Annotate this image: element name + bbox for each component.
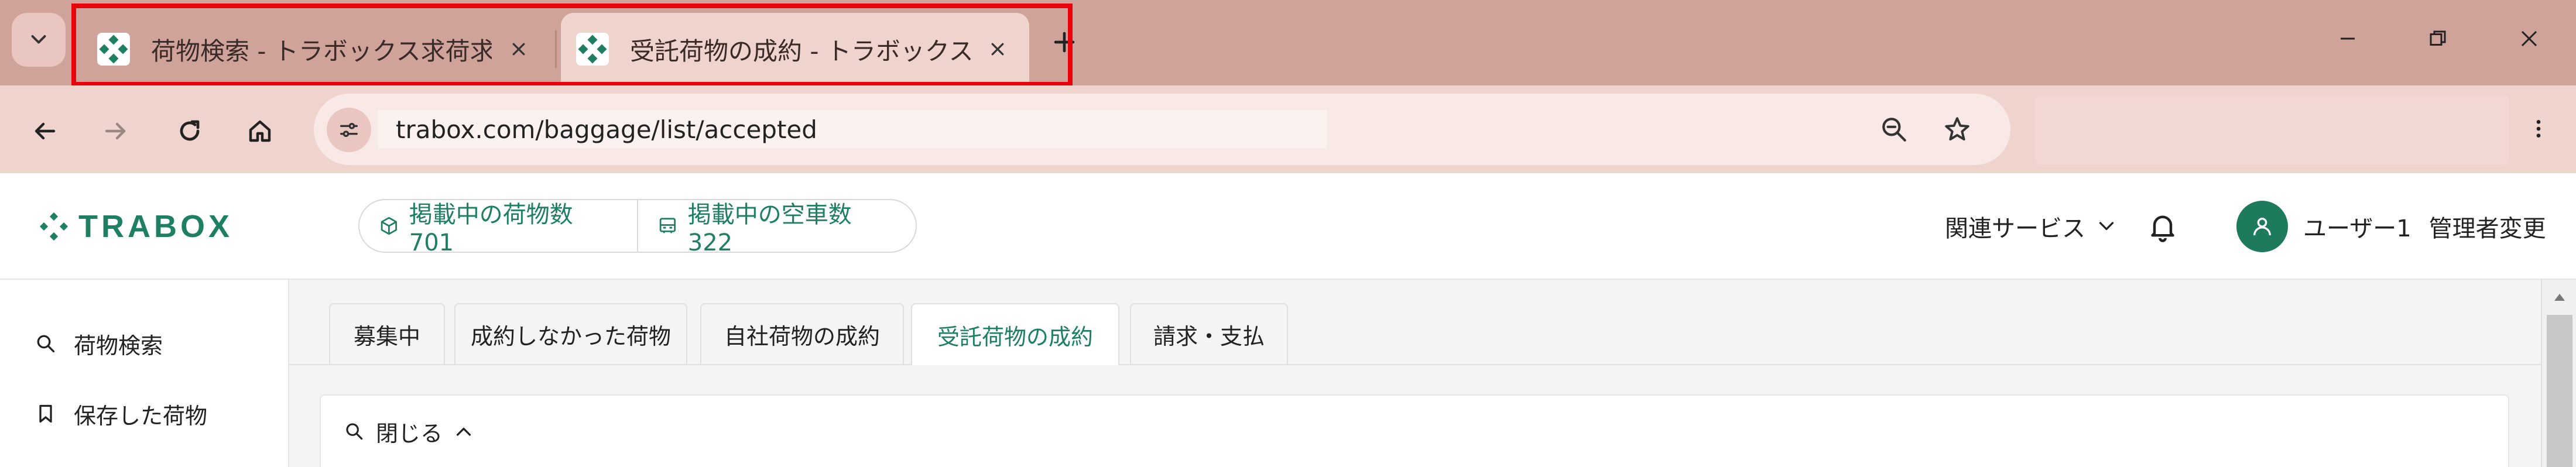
browser-tab-strip: 荷物検索 - トラボックス求荷求車 受託荷物の成約 - トラボックス求荷: [0, 0, 2576, 87]
tune-icon: [340, 123, 358, 138]
vehicle-count[interactable]: 掲載中の空車数 322: [638, 200, 916, 256]
sidebar-item-label: 保存した荷物: [74, 403, 208, 429]
search-panel: 閉じる: [320, 394, 2509, 467]
baggage-count-label: 掲載中の荷物数 701: [409, 201, 573, 256]
sidebar: 荷物検索 保存した荷物: [0, 280, 289, 467]
trabox-favicon-icon: [97, 33, 130, 66]
trabox-favicon-icon: [576, 33, 609, 66]
collapse-label: 閉じる: [376, 420, 443, 447]
home-button[interactable]: [237, 108, 283, 154]
home-icon: [249, 120, 271, 142]
search-icon: [346, 423, 363, 440]
user-icon: [2253, 218, 2271, 236]
sidebar-item-label: 荷物検索: [74, 332, 163, 359]
tab-accepted-baggage-contracts[interactable]: 受託荷物の成約: [911, 303, 1119, 365]
trabox-logo-icon: [39, 212, 68, 241]
url-input[interactable]: [378, 110, 1327, 149]
tab-recruiting[interactable]: 募集中: [329, 303, 445, 364]
trabox-logo[interactable]: TRABOX: [37, 206, 233, 247]
back-button[interactable]: [21, 108, 68, 154]
browser-menu-button[interactable]: [2515, 105, 2562, 152]
listing-stats: 掲載中の荷物数 701 掲載中の空車数 322: [358, 199, 917, 256]
vehicle-count-label: 掲載中の空車数 322: [687, 201, 852, 256]
scroll-up-button[interactable]: [2550, 288, 2569, 307]
address-bar[interactable]: [314, 94, 2010, 165]
close-window-button[interactable]: [2500, 15, 2558, 62]
forward-button[interactable]: [93, 108, 139, 154]
close-tab-button[interactable]: [981, 33, 1014, 66]
arrow-left-icon: [35, 122, 56, 140]
user-menu[interactable]: ユーザー1 管理者変更: [2236, 201, 2546, 252]
chevron-down-icon: [2099, 222, 2114, 231]
plus-icon: [1054, 32, 1075, 53]
triangle-up-icon: [2554, 294, 2565, 301]
minimize-icon: [2341, 37, 2355, 40]
logo-text: TRABOX: [78, 209, 233, 244]
arrow-right-icon: [105, 122, 126, 140]
reload-icon: [180, 120, 200, 141]
notifications-button[interactable]: [2146, 206, 2179, 247]
tab-not-contracted[interactable]: 成約しなかった荷物: [454, 303, 687, 364]
tab-label: 請求・支払: [1153, 323, 1265, 349]
browser-tab-baggage-search[interactable]: 荷物検索 - トラボックス求荷求車: [82, 13, 550, 85]
bell-icon: [2151, 215, 2174, 242]
tab-title: 受託荷物の成約 - トラボックス求荷: [630, 36, 971, 66]
close-icon: [991, 43, 1004, 56]
tab-label: 自社荷物の成約: [724, 323, 880, 349]
truck-icon: [659, 218, 676, 234]
scrollbar-thumb[interactable]: [2547, 315, 2572, 467]
tab-label: 受託荷物の成約: [937, 324, 1093, 350]
collapse-search-button[interactable]: 閉じる: [344, 411, 486, 452]
tab-label: 成約しなかった荷物: [470, 323, 671, 349]
page-scrollbar[interactable]: [2541, 280, 2576, 467]
avatar: [2236, 201, 2288, 252]
tab-label: 募集中: [353, 323, 420, 349]
search-icon: [37, 335, 55, 353]
chevron-up-icon: [456, 427, 471, 436]
baggage-count[interactable]: 掲載中の荷物数 701: [359, 200, 637, 256]
browser-toolbar: [0, 85, 2576, 173]
reload-button[interactable]: [166, 108, 213, 154]
site-info-button[interactable]: [327, 108, 371, 152]
minimize-button[interactable]: [2318, 15, 2377, 62]
related-services-menu[interactable]: 関連サービス: [1945, 206, 2117, 247]
more-vertical-icon: [2536, 120, 2541, 138]
browser-tab-accepted-baggage[interactable]: 受託荷物の成約 - トラボックス求荷: [561, 13, 1029, 85]
user-name: ユーザー1: [2303, 215, 2411, 242]
zoom-out-icon: [1882, 118, 1906, 142]
close-icon: [2521, 30, 2537, 47]
restore-icon: [2430, 30, 2446, 46]
zoom-button[interactable]: [1871, 107, 1917, 152]
tab-title: 荷物検索 - トラボックス求荷求車: [151, 36, 492, 66]
chevron-down-icon: [31, 35, 46, 44]
new-tab-button[interactable]: [1046, 23, 1083, 61]
admin-change-link[interactable]: 管理者変更: [2429, 210, 2546, 243]
sidebar-item-saved-baggage[interactable]: 保存した荷物: [35, 393, 207, 434]
related-services-label: 関連サービス: [1945, 215, 2085, 242]
main-content: 募集中 成約しなかった荷物 自社荷物の成約 受託荷物の成約 請求・支払 閉じる: [289, 280, 2541, 467]
restore-button[interactable]: [2409, 15, 2467, 62]
bookmark-star-button[interactable]: [1934, 107, 1980, 152]
star-icon: [1945, 117, 1969, 141]
sidebar-item-baggage-search[interactable]: 荷物検索: [35, 323, 163, 364]
app-header: TRABOX 掲載中の荷物数 701 掲載中の空車数 322 関連サービス ユー…: [0, 173, 2576, 280]
tab-divider: [555, 30, 557, 68]
bookmark-icon: [39, 404, 52, 423]
close-tab-button[interactable]: [502, 33, 535, 66]
profile-area[interactable]: [2035, 95, 2509, 165]
tab-billing-payment[interactable]: 請求・支払: [1130, 303, 1288, 364]
close-icon: [512, 43, 525, 56]
page-tabs: 募集中 成約しなかった荷物 自社荷物の成約 受託荷物の成約 請求・支払: [289, 303, 2541, 365]
tab-own-baggage-contracts[interactable]: 自社荷物の成約: [700, 303, 904, 364]
tab-search-button[interactable]: [12, 13, 66, 67]
box-icon: [381, 217, 398, 235]
